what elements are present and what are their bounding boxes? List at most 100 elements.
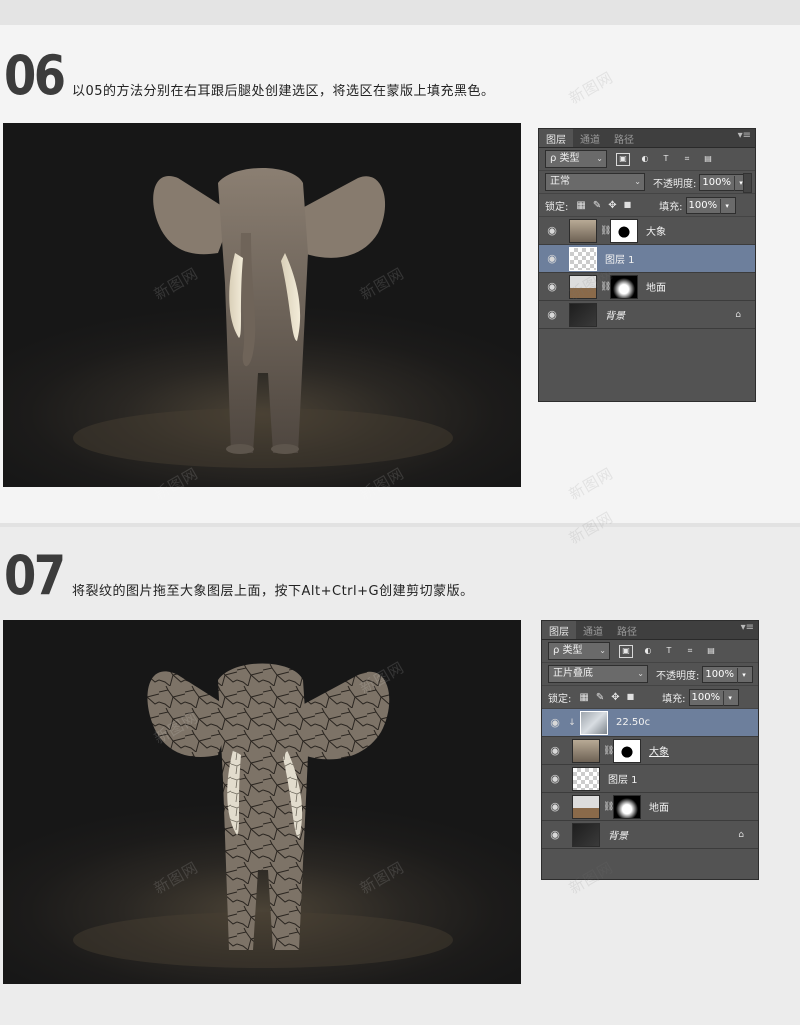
layer-name[interactable]: 地面 [646,279,666,294]
pixel-filter-icon[interactable]: ▣ [616,152,630,166]
lock-all-icon[interactable]: ■ [624,200,632,211]
layer-name[interactable]: 图层 1 [605,251,635,266]
layer-row-elephant[interactable]: ◉ ⛓ 大象 [542,737,758,765]
fill-slider-arrow-icon[interactable]: ▾ [723,690,736,706]
step-06-section: 06 以05的方法分别在右耳跟后腿处创建选区，将选区在蒙版上填充黑色。 图层 通… [0,25,800,523]
lock-row: 锁定: ▦ ✎ ✥ ■ 填充: 100% ▾ [539,194,755,217]
elephant-illustration [73,168,453,468]
panel-tabs: 图层 通道 路径 ▾≡ [542,621,758,640]
layer-name[interactable]: 背景 [605,307,625,322]
layer-name[interactable]: 背景 [608,827,628,842]
chain-link-icon[interactable]: ⛓ [603,746,614,756]
eye-icon[interactable]: ◉ [539,252,565,265]
eye-icon[interactable]: ◉ [542,828,568,841]
tab-paths[interactable]: 路径 [610,621,644,639]
panel-menu-icon[interactable]: ▾≡ [741,622,754,633]
type-filter-icon[interactable]: T [663,646,675,657]
tab-layers[interactable]: 图层 [539,129,573,147]
chain-link-icon[interactable]: ⛓ [603,802,614,812]
smartobject-filter-icon[interactable]: ▤ [705,646,717,657]
eye-icon[interactable]: ◉ [542,772,568,785]
tab-paths[interactable]: 路径 [607,129,641,147]
lock-position-icon[interactable]: ✥ [608,200,616,211]
shape-filter-icon[interactable]: ⌗ [684,646,696,657]
layer-mask-thumbnail[interactable] [610,218,638,243]
shape-filter-icon[interactable]: ⌗ [681,154,693,165]
filter-row: ρ 类型 ⌄ ▣ ◐ T ⌗ ▤ [542,640,758,663]
layer-row-background[interactable]: ◉ 背景 ⌂ [542,821,758,849]
adjustment-filter-icon[interactable]: ◐ [639,154,651,165]
filter-kind-dropdown[interactable]: ρ 类型 ⌄ [545,150,607,168]
chain-link-icon[interactable]: ⛓ [600,226,611,236]
opacity-label: 不透明度: [653,178,697,190]
dropdown-arrow-icon: ⌄ [634,177,641,186]
layer-thumbnail [572,766,600,791]
layer-thumbnail [569,218,597,243]
dropdown-arrow-icon: ⌄ [599,646,606,655]
lock-row: 锁定: ▦ ✎ ✥ ■ 填充: 100% ▾ [542,686,758,709]
layers-panel: 图层 通道 路径 ▾≡ ρ 类型 ⌄ ▣ ◐ T ⌗ ▤ 正片叠底 ⌄ 不透明度: … [541,620,759,880]
lock-pixels-icon[interactable]: ✎ [593,200,601,211]
layer-mask-thumbnail[interactable] [613,794,641,819]
lock-all-icon[interactable]: ■ [627,692,635,703]
scrollbar[interactable] [743,173,752,193]
adjustment-filter-icon[interactable]: ◐ [642,646,654,657]
lock-position-icon[interactable]: ✥ [611,692,619,703]
layer-mask-thumbnail[interactable] [613,738,641,763]
blend-row: 正片叠底 ⌄ 不透明度: 100% ▾ [542,663,758,686]
filter-row: ρ 类型 ⌄ ▣ ◐ T ⌗ ▤ [539,148,755,171]
blend-mode-dropdown[interactable]: 正片叠底 ⌄ [548,665,648,683]
layer-thumbnail [569,302,597,327]
step-instruction: 将裂纹的图片拖至大象图层上面，按下Alt+Ctrl+G创建剪切蒙版。 [72,584,474,599]
clipping-arrow-icon: ↓ [568,717,576,728]
pixel-filter-icon[interactable]: ▣ [619,644,633,658]
layer-thumbnail [572,822,600,847]
step-instruction: 以05的方法分别在右耳跟后腿处创建选区，将选区在蒙版上填充黑色。 [72,84,495,99]
eye-icon[interactable]: ◉ [542,744,568,757]
blend-mode-value: 正常 [550,176,570,187]
opacity-input[interactable]: 100% ▾ [702,665,753,683]
eye-icon[interactable]: ◉ [542,716,568,729]
layer-name[interactable]: 大象 [649,743,669,758]
lock-label: 锁定: [548,693,572,705]
type-filter-icon[interactable]: T [660,154,672,165]
cracked-elephant-photo [3,620,521,984]
step-07-section: 07 将裂纹的图片拖至大象图层上面，按下Alt+Ctrl+G创建剪切蒙版。 图层… [0,508,800,1025]
filter-kind-label: ρ 类型 [550,153,580,164]
layer-row-crack-texture[interactable]: ◉ ↓ 22.50c [542,709,758,737]
layer-name[interactable]: 地面 [649,799,669,814]
layer-name[interactable]: 大象 [646,223,666,238]
tab-layers[interactable]: 图层 [542,621,576,639]
lock-transparent-icon[interactable]: ▦ [576,200,585,211]
blend-row: 正常 ⌄ 不透明度: 100% ▾ [539,171,755,194]
layer-name[interactable]: 图层 1 [608,771,638,786]
smartobject-filter-icon[interactable]: ▤ [702,154,714,165]
eye-icon[interactable]: ◉ [539,308,565,321]
lock-pixels-icon[interactable]: ✎ [596,692,604,703]
fill-input[interactable]: 100% ▾ [685,196,737,214]
layer-row-background[interactable]: ◉ 背景 ⌂ [539,301,755,329]
dropdown-arrow-icon: ⌄ [637,669,644,678]
fill-input[interactable]: 100% ▾ [688,688,740,706]
filter-kind-dropdown[interactable]: ρ 类型 ⌄ [548,642,610,660]
layer-row-ground[interactable]: ◉ ⛓ 地面 [542,793,758,821]
eye-icon[interactable]: ◉ [539,224,565,237]
fill-slider-arrow-icon[interactable]: ▾ [720,198,733,214]
lock-transparent-icon[interactable]: ▦ [579,692,588,703]
layer-thumbnail [580,710,608,735]
layer-row-layer1[interactable]: ◉ 图层 1 [539,245,755,273]
tab-channels[interactable]: 通道 [573,129,607,147]
layer-row-layer1[interactable]: ◉ 图层 1 [542,765,758,793]
fill-label: 填充: [659,201,683,213]
opacity-slider-arrow-icon[interactable]: ▾ [736,667,750,683]
eye-icon[interactable]: ◉ [542,800,568,813]
fill-value: 100% [691,691,721,703]
panel-menu-icon[interactable]: ▾≡ [738,130,751,141]
blend-mode-dropdown[interactable]: 正常 ⌄ [545,173,645,191]
layer-name[interactable]: 22.50c [616,717,650,728]
opacity-value: 100% [705,668,734,680]
fill-value: 100% [688,199,718,211]
layer-row-elephant[interactable]: ◉ ⛓ 大象 [539,217,755,245]
eye-icon[interactable]: ◉ [539,280,565,293]
tab-channels[interactable]: 通道 [576,621,610,639]
